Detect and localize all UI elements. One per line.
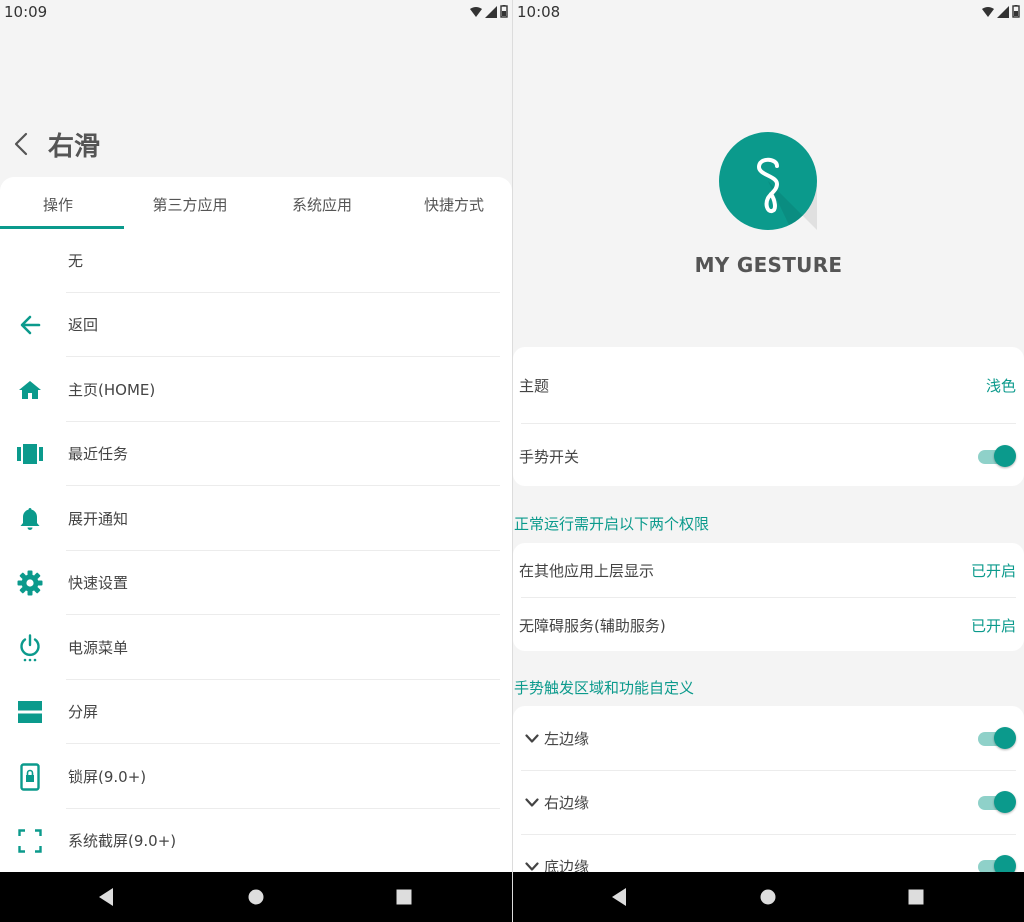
tab-shortcuts[interactable]: 快捷方式 — [396, 194, 512, 215]
action-row-recents[interactable]: 最近任务 — [0, 422, 512, 486]
battery-icon — [500, 5, 508, 18]
screenshot-icon — [17, 828, 43, 854]
back-arrow-icon[interactable] — [10, 131, 34, 157]
action-row-none[interactable]: 无 — [0, 229, 512, 293]
wifi-icon — [982, 6, 994, 17]
power-icon — [17, 634, 43, 662]
gesture-switch-row[interactable]: 手势开关 — [513, 424, 1024, 486]
action-row-split-screen[interactable]: 分屏 — [0, 680, 512, 744]
status-icons — [982, 5, 1020, 18]
permissions-section-title: 正常运行需开启以下两个权限 — [514, 515, 710, 533]
row-divider — [66, 356, 500, 357]
gesture-switch-toggle[interactable] — [978, 445, 1016, 467]
chevron-down-icon[interactable] — [525, 862, 539, 872]
tab-actions[interactable]: 操作 — [0, 194, 116, 215]
action-label: 分屏 — [68, 703, 99, 721]
accessibility-permission-row[interactable]: 无障碍服务(辅助服务) 已开启 — [513, 598, 1024, 651]
nav-back-icon[interactable] — [98, 887, 114, 907]
status-time: 10:09 — [4, 3, 48, 21]
row-divider — [66, 743, 500, 744]
lock-phone-icon — [17, 763, 43, 791]
overlay-permission-status: 已开启 — [970, 562, 1016, 580]
home-icon — [17, 377, 43, 403]
action-label: 快速设置 — [68, 574, 129, 592]
left-edge-label: 左边缘 — [544, 730, 590, 748]
toggle-thumb — [994, 727, 1016, 749]
nav-recents-icon[interactable] — [396, 889, 412, 905]
action-label: 系统截屏(9.0+) — [68, 832, 177, 850]
status-bar: 10:08 — [513, 0, 1024, 24]
left-edge-toggle[interactable] — [978, 727, 1016, 749]
row-divider — [66, 485, 500, 486]
battery-icon — [1012, 5, 1020, 18]
status-time: 10:08 — [517, 3, 561, 21]
right-screen: 10:08 MY GESTURE 主题 浅色 手势开关 正常运行需开启以下两个权… — [513, 0, 1024, 922]
action-label: 电源菜单 — [68, 639, 129, 657]
theme-row[interactable]: 主题 浅色 — [513, 347, 1024, 422]
system-nav-bar — [513, 872, 1024, 922]
action-label: 展开通知 — [68, 510, 129, 528]
status-icons — [470, 5, 508, 18]
theme-label: 主题 — [519, 377, 550, 395]
action-row-power-menu[interactable]: 电源菜单 — [0, 616, 512, 680]
toggle-thumb — [994, 445, 1016, 467]
gesture-logo-icon — [757, 157, 817, 230]
wifi-icon — [470, 6, 482, 17]
overlay-permission-label: 在其他应用上层显示 — [519, 562, 655, 580]
toggle-thumb — [994, 791, 1016, 813]
recents-icon — [17, 441, 43, 467]
regions-section-title: 手势触发区域和功能自定义 — [514, 679, 695, 697]
action-label: 锁屏(9.0+) — [68, 768, 147, 786]
signal-icon — [485, 5, 497, 18]
right-edge-row[interactable]: 右边缘 — [513, 771, 1024, 834]
gear-icon — [17, 570, 43, 596]
action-label: 主页(HOME) — [68, 381, 156, 399]
right-edge-label: 右边缘 — [544, 794, 590, 812]
permissions-card: 在其他应用上层显示 已开启 无障碍服务(辅助服务) 已开启 — [513, 543, 1024, 651]
action-label: 返回 — [68, 316, 99, 334]
system-nav-bar — [0, 872, 512, 922]
action-row-notifications[interactable]: 展开通知 — [0, 487, 512, 551]
tab-third-party-apps[interactable]: 第三方应用 — [132, 194, 248, 215]
action-row-screenshot[interactable]: 系统截屏(9.0+) — [0, 809, 512, 873]
app-name: MY GESTURE — [694, 253, 843, 277]
right-edge-toggle[interactable] — [978, 791, 1016, 813]
chevron-down-icon[interactable] — [525, 734, 539, 744]
nav-recents-icon[interactable] — [908, 889, 924, 905]
tab-bar: 操作 第三方应用 系统应用 快捷方式 — [0, 177, 512, 229]
arrow-left-icon — [17, 312, 43, 338]
left-screen: 10:09 右滑 操作 第三方应用 系统应用 快捷方式 无 返回 主页(HOME… — [0, 0, 512, 922]
left-edge-row[interactable]: 左边缘 — [513, 706, 1024, 770]
action-label: 无 — [68, 252, 84, 270]
nav-home-icon[interactable] — [248, 889, 264, 905]
theme-value[interactable]: 浅色 — [986, 375, 1016, 396]
overlay-permission-row[interactable]: 在其他应用上层显示 已开启 — [513, 543, 1024, 597]
action-row-home[interactable]: 主页(HOME) — [0, 358, 512, 422]
action-row-quick-settings[interactable]: 快速设置 — [0, 551, 512, 615]
split-screen-icon — [17, 699, 43, 725]
app-logo — [719, 132, 817, 230]
action-picker-card: 操作 第三方应用 系统应用 快捷方式 无 返回 主页(HOME) 最近任务 展开… — [0, 177, 512, 872]
row-divider — [66, 614, 500, 615]
page-title: 右滑 — [48, 132, 101, 162]
status-bar: 10:09 — [0, 0, 512, 24]
accessibility-permission-status: 已开启 — [970, 617, 1016, 635]
bell-icon — [17, 506, 43, 532]
accessibility-permission-label: 无障碍服务(辅助服务) — [519, 617, 666, 635]
nav-back-icon[interactable] — [611, 887, 627, 907]
settings-card: 主题 浅色 手势开关 — [513, 347, 1024, 486]
tab-system-apps[interactable]: 系统应用 — [264, 194, 380, 215]
chevron-down-icon[interactable] — [525, 798, 539, 808]
nav-home-icon[interactable] — [760, 889, 776, 905]
gesture-switch-label: 手势开关 — [519, 448, 580, 466]
action-row-lock-screen[interactable]: 锁屏(9.0+) — [0, 745, 512, 809]
signal-icon — [997, 5, 1009, 18]
action-label: 最近任务 — [68, 445, 129, 463]
action-row-back[interactable]: 返回 — [0, 293, 512, 357]
